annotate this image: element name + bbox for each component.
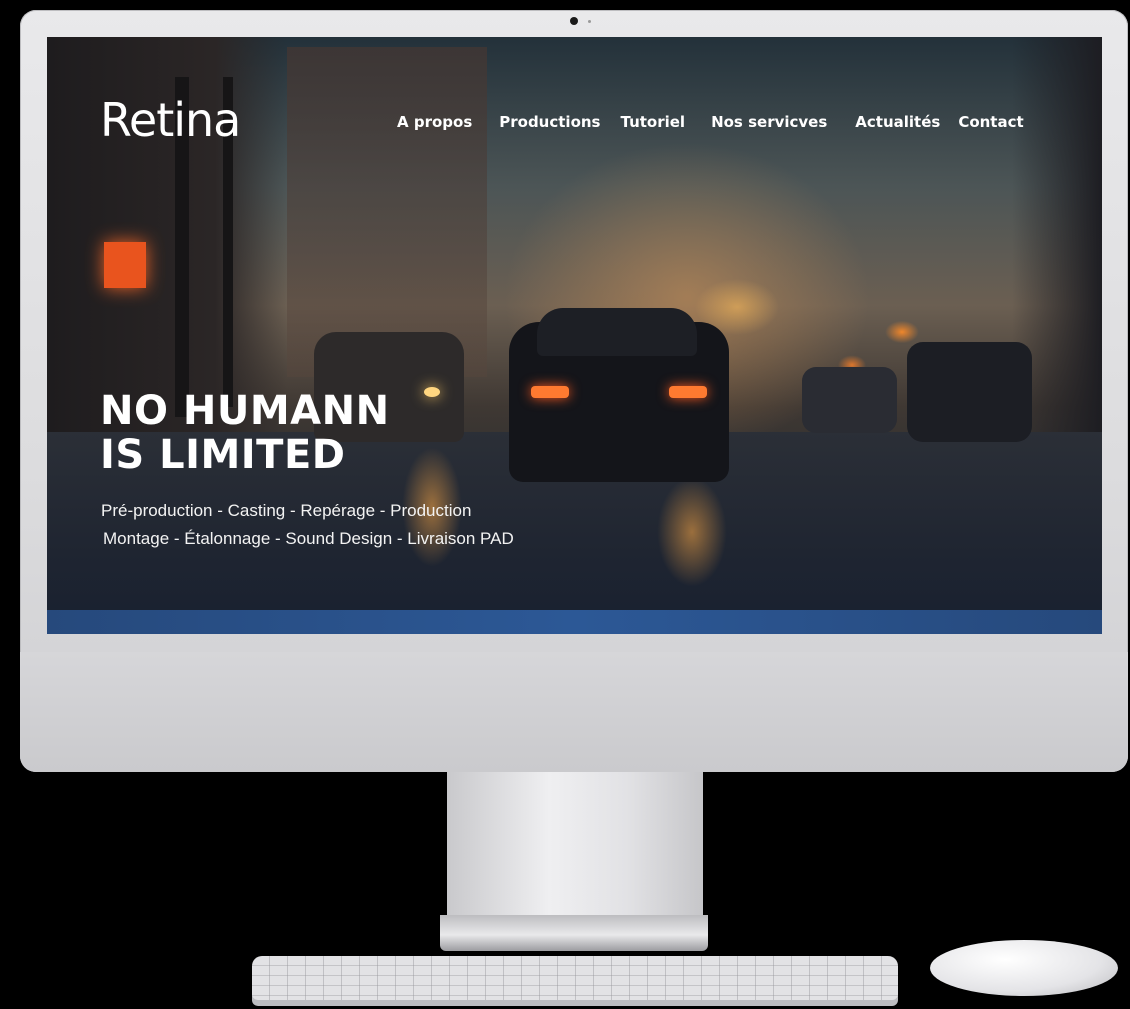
nav-item-productions[interactable]: Productions — [499, 113, 600, 131]
camera-icon — [570, 17, 578, 25]
main-nav: A propos Productions Tutoriel Nos servic… — [397, 113, 1024, 131]
services-list: Pré-production - Casting - Repérage - Pr… — [101, 497, 514, 553]
mouse — [930, 940, 1118, 996]
site-logo[interactable]: Retina — [100, 93, 241, 147]
taillight — [669, 386, 707, 398]
screen: Retina A propos Productions Tutoriel Nos… — [47, 37, 1102, 634]
accent-stripe — [47, 610, 1102, 634]
nav-item-actualites[interactable]: Actualités — [855, 113, 940, 131]
hero-title-line-2: IS LIMITED — [100, 432, 346, 478]
light-reflection — [657, 477, 727, 587]
monitor-stand-base — [440, 915, 708, 951]
background-building-middle — [287, 47, 487, 377]
nav-item-tutoriel[interactable]: Tutoriel — [620, 113, 685, 131]
neon-sign — [104, 242, 146, 288]
background-car-right — [802, 367, 897, 433]
hero-title-line-1: NO HUMANN — [100, 388, 390, 434]
nav-item-contact[interactable]: Contact — [958, 113, 1023, 131]
services-line-1: Pré-production - Casting - Repérage - Pr… — [101, 501, 472, 520]
monitor-chin — [20, 652, 1128, 772]
car-roof — [537, 308, 697, 356]
foreground-car — [509, 308, 729, 482]
background-car-right — [907, 342, 1032, 442]
hero-title: NO HUMANN IS LIMITED — [100, 389, 390, 477]
monitor-stand — [447, 772, 703, 920]
taillight — [531, 386, 569, 398]
keyboard — [252, 956, 898, 1006]
nav-item-nos-services[interactable]: Nos servicves — [711, 113, 827, 131]
camera-indicator — [588, 20, 591, 23]
nav-item-a-propos[interactable]: A propos — [397, 113, 472, 131]
headlight — [424, 387, 440, 397]
imac-monitor: Retina A propos Productions Tutoriel Nos… — [20, 10, 1128, 772]
services-line-2: Montage - Étalonnage - Sound Design - Li… — [103, 529, 514, 548]
